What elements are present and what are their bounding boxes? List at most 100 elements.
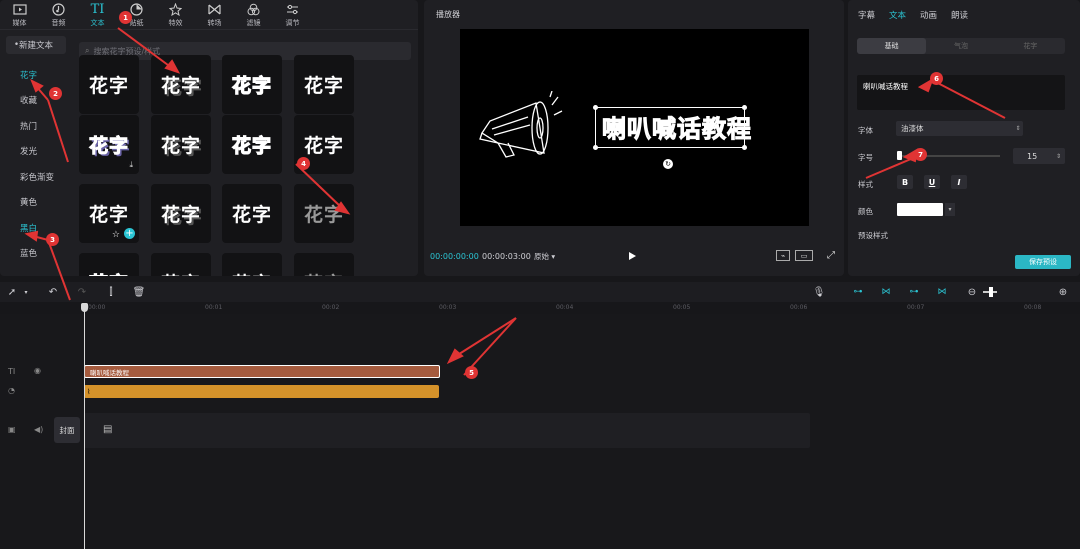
time-ruler[interactable]: 00:00 00:01 00:02 00:03 00:04 00:05 00:0…	[84, 302, 1080, 314]
annotation-badge: 6	[930, 72, 943, 85]
undo-icon[interactable]: ↶	[46, 282, 60, 302]
tab-label: 滤镜	[246, 18, 261, 27]
mute-icon[interactable]: ◀)	[34, 425, 43, 434]
category-item[interactable]: 发光	[0, 139, 70, 165]
tab-text[interactable]: 文本	[889, 9, 906, 21]
text-style-tile[interactable]: 花字	[222, 184, 282, 243]
video-track[interactable]: ▤	[84, 413, 810, 448]
tick-label: 00:01	[205, 304, 223, 311]
play-icon[interactable]	[629, 252, 636, 260]
tab-media[interactable]: 媒体	[0, 0, 39, 30]
waveform-icon[interactable]: ⌁	[776, 250, 790, 261]
rotate-icon[interactable]: ↻	[663, 159, 673, 169]
annotation-badge: 5	[465, 366, 478, 379]
text-style-tile[interactable]: 花字	[294, 253, 354, 276]
tab-transition[interactable]: 转场	[195, 0, 234, 30]
preview-canvas[interactable]: 喇叭喊话教程 ↻	[460, 29, 809, 226]
new-text-button[interactable]: • 新建文本	[6, 36, 66, 54]
audio-wave-icon: ⌇	[87, 387, 91, 396]
chevron-updown-icon[interactable]: ⇕	[1056, 153, 1061, 160]
category-item[interactable]: 黄色	[0, 190, 70, 216]
zoom-out-icon[interactable]: ⊖	[966, 282, 978, 302]
tile-preview: 花字	[160, 204, 201, 226]
resize-handle[interactable]	[593, 105, 598, 110]
transition-icon	[208, 3, 221, 17]
tab-subtitle[interactable]: 字幕	[858, 9, 875, 21]
lock-icon[interactable]: ▣	[8, 425, 16, 434]
text-style-tile[interactable]: 花字	[294, 184, 354, 243]
text-style-tile[interactable]: 花字	[79, 253, 139, 276]
preview-axis-icon[interactable]: ⋈	[934, 282, 950, 302]
text-style-tile[interactable]: 花字	[79, 55, 139, 114]
magnet-icon[interactable]: ⋈	[878, 282, 894, 302]
tab-animation[interactable]: 动画	[920, 9, 937, 21]
ratio-icon[interactable]: ▭	[795, 250, 813, 261]
underline-button[interactable]: U	[924, 175, 940, 189]
zoom-slider[interactable]	[982, 282, 998, 302]
add-icon[interactable]: +	[124, 228, 135, 239]
chevron-down-icon[interactable]: ▾	[21, 282, 31, 302]
tab-adjust[interactable]: 调节	[273, 0, 312, 30]
eye-icon[interactable]: ◉	[34, 366, 41, 375]
tab-label: 文本	[90, 18, 105, 27]
audio-clip[interactable]: ⌇	[84, 385, 439, 398]
font-select[interactable]: 油漆体	[896, 121, 1023, 136]
text-style-tile[interactable]: 花字 ☆ +	[79, 184, 139, 243]
cover-button[interactable]: 封面	[54, 417, 80, 443]
text-content-input[interactable]: 喇叭喊话教程	[857, 75, 1065, 110]
save-preset-button[interactable]: 保存预设	[1015, 255, 1071, 269]
chevron-down-icon[interactable]: ▾	[945, 203, 955, 216]
font-value: 油漆体	[901, 124, 924, 133]
tile-preview: 花字	[231, 204, 272, 226]
sub-tab-fancy-text[interactable]: 花字	[996, 38, 1065, 54]
tab-audio[interactable]: 音频	[39, 0, 78, 30]
category-item[interactable]: 蓝色	[0, 241, 70, 267]
text-style-tile[interactable]: 花字	[151, 253, 211, 276]
fullscreen-icon[interactable]: ⤢	[825, 250, 837, 261]
snap-icon[interactable]: ⊶	[906, 282, 922, 302]
resize-handle[interactable]	[742, 145, 747, 150]
italic-button[interactable]: I	[951, 175, 967, 189]
annotation-badge: 1	[119, 11, 132, 24]
size-input[interactable]: 15 ⇕	[1013, 148, 1065, 164]
category-item[interactable]: 热门	[0, 113, 70, 139]
assets-panel: 媒体 音频 TI 文本 贴纸 特效 转场 滤镜 调节 • 新建文本 花字 收藏 …	[0, 0, 418, 276]
text-style-tile[interactable]: 花字	[222, 55, 282, 114]
text-style-tile[interactable]: 花字	[151, 55, 211, 114]
tab-text[interactable]: TI 文本	[78, 0, 117, 30]
resize-handle[interactable]	[593, 145, 598, 150]
category-item[interactable]: 花字	[0, 62, 70, 88]
tab-read-aloud[interactable]: 朗读	[951, 9, 968, 21]
tile-preview: 花字	[88, 75, 129, 97]
cursor-icon[interactable]: ➚	[5, 282, 19, 302]
ratio-dropdown[interactable]: 原始 ▾	[534, 251, 555, 262]
text-style-tile[interactable]: 花字	[222, 115, 282, 174]
split-icon[interactable]: ⫿	[104, 282, 118, 302]
sub-tab-basic[interactable]: 基础	[857, 38, 927, 54]
text-clip[interactable]: 喇叭喊话教程	[84, 365, 440, 378]
bold-button[interactable]: B	[897, 175, 913, 189]
category-item[interactable]: 彩色渐变	[0, 164, 70, 190]
tile-preview: 花字	[161, 269, 201, 276]
redo-icon[interactable]: ↷	[75, 282, 89, 302]
star-icon[interactable]: ☆	[112, 230, 120, 240]
microphone-icon[interactable]: 🎙	[812, 282, 826, 302]
category-item[interactable]: 黑白	[0, 215, 70, 241]
tick-label: 00:03	[439, 304, 457, 311]
tab-effects[interactable]: 特效	[156, 0, 195, 30]
color-swatch[interactable]	[897, 203, 943, 216]
text-style-tile[interactable]: 花字	[294, 55, 354, 114]
zoom-fit-icon[interactable]: ⊕	[1056, 282, 1070, 302]
text-style-tile[interactable]: 花字	[151, 184, 211, 243]
link-icon[interactable]: ⊶	[850, 282, 866, 302]
tab-filter[interactable]: 滤镜	[234, 0, 273, 30]
text-style-tile[interactable]: 花字 ⤓	[79, 115, 139, 174]
sub-tab-bubble[interactable]: 气泡	[926, 38, 995, 54]
size-slider-thumb[interactable]	[897, 151, 902, 160]
download-icon[interactable]: ⤓	[129, 160, 133, 170]
playhead[interactable]	[84, 304, 85, 549]
text-style-tile[interactable]: 花字	[222, 253, 282, 276]
chevron-updown-icon[interactable]: ⇕	[1013, 121, 1023, 136]
text-style-tile[interactable]: 花字	[151, 115, 211, 174]
delete-icon[interactable]: 🗑	[132, 282, 146, 302]
